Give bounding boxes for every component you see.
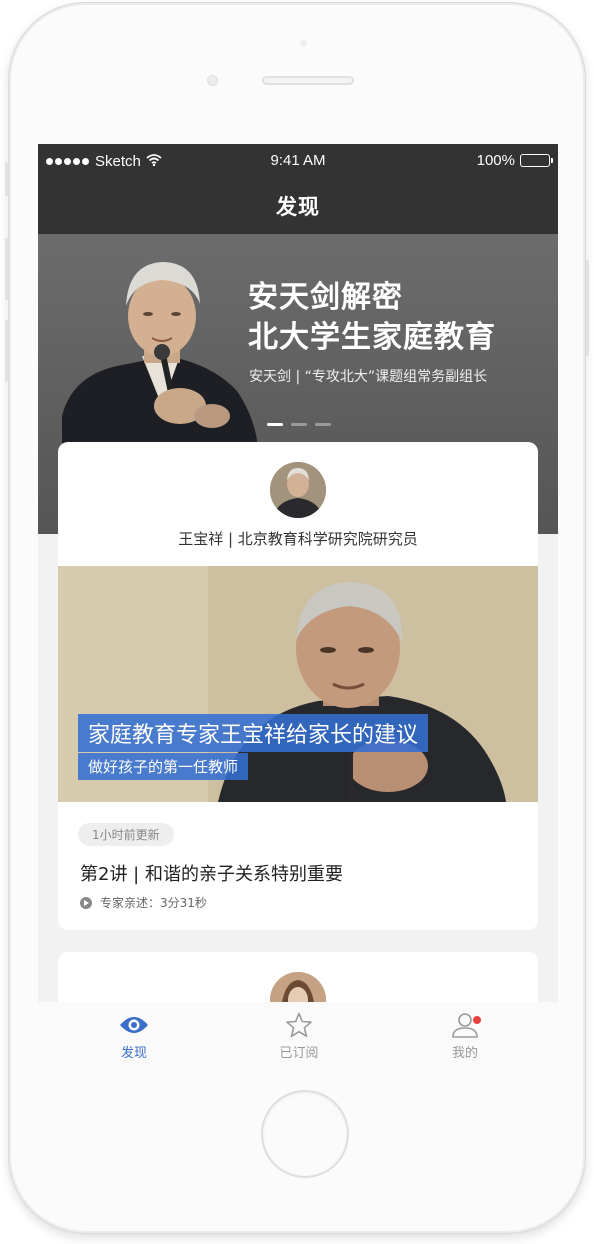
nav-bar: 发现 <box>38 178 558 234</box>
tab-mine[interactable]: 我的 <box>415 1012 515 1061</box>
article-card[interactable]: 王宝祥 | 北京教育科学研究院研究员 家庭教育专家王宝祥给家长的建议 做好孩子的… <box>58 442 538 930</box>
tab-label: 已订阅 <box>279 1046 319 1061</box>
volume-down-button <box>5 320 8 382</box>
banner-title-line2: 北大学生家庭教育 <box>248 320 496 355</box>
eye-icon <box>120 1017 148 1033</box>
notification-dot <box>473 1016 481 1024</box>
star-icon <box>286 1012 312 1038</box>
audio-info[interactable]: 专家亲述：3分31秒 <box>80 894 207 911</box>
front-camera <box>207 75 218 86</box>
carousel-dot[interactable] <box>315 423 331 426</box>
carousel-dot[interactable] <box>291 423 307 426</box>
status-bar: Sketch 9:41 AM 100% <box>38 144 558 178</box>
cover-caption-sub: 做好孩子的第一任教师 <box>78 753 249 780</box>
status-right: 100% <box>476 152 553 169</box>
tab-bar: 发现 已订阅 我的 <box>38 1002 558 1068</box>
mute-switch <box>5 162 8 196</box>
page-title: 发现 <box>276 195 320 219</box>
carousel-dot[interactable] <box>267 423 283 426</box>
avatar <box>270 462 326 518</box>
volume-up-button <box>5 238 8 300</box>
tab-subscribed[interactable]: 已订阅 <box>249 1012 349 1061</box>
banner-title-line1: 安天剑解密 <box>248 280 403 315</box>
home-button[interactable] <box>261 1090 349 1178</box>
screen: Sketch 9:41 AM 100% 发现 安天剑解密 北大学生家庭教育 安天… <box>38 144 558 1068</box>
tab-label: 发现 <box>120 1046 147 1061</box>
tab-discover[interactable]: 发现 <box>84 1012 184 1061</box>
article-cover[interactable]: 家庭教育专家王宝祥给家长的建议 做好孩子的第一任教师 <box>58 566 538 802</box>
banner-title: 安天剑解密 北大学生家庭教育 <box>248 278 496 358</box>
play-icon[interactable] <box>80 896 92 909</box>
banner-subtitle: 安天剑 | “专攻北大”课题组常务副组长 <box>249 369 488 385</box>
author-info: 王宝祥 | 北京教育科学研究院研究员 <box>178 530 418 548</box>
speaker-photo <box>62 262 258 446</box>
update-badge: 1小时前更新 <box>78 823 174 846</box>
proximity-sensor <box>300 40 307 47</box>
lesson-title[interactable]: 第2讲 | 和谐的亲子关系特别重要 <box>80 860 343 886</box>
cover-caption-main: 家庭教育专家王宝祥给家长的建议 <box>78 714 429 752</box>
battery-percent: 100% <box>476 152 515 169</box>
battery-icon <box>520 154 553 167</box>
earpiece-speaker <box>262 76 354 85</box>
carousel-indicator[interactable] <box>267 423 339 426</box>
audio-duration: 专家亲述：3分31秒 <box>100 896 207 910</box>
tab-label: 我的 <box>451 1046 478 1061</box>
power-button <box>586 260 589 356</box>
